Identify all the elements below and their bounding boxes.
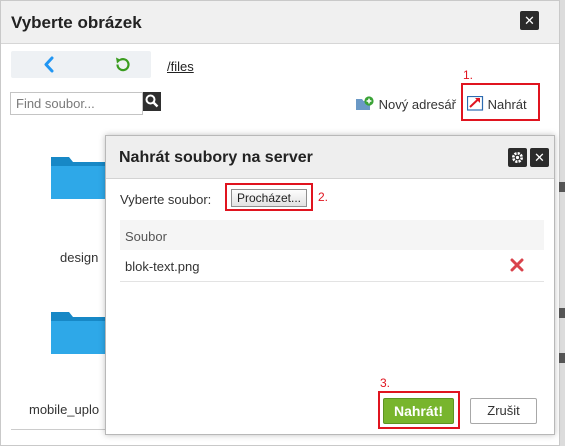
chevron-left-icon — [44, 56, 54, 73]
settings-button[interactable] — [508, 148, 527, 167]
search-icon — [145, 94, 159, 108]
nav-bar — [11, 51, 151, 78]
upload-label: Nahrát — [487, 97, 527, 112]
file-name: blok-text.png — [125, 259, 200, 274]
browse-button[interactable]: Procházet... — [231, 189, 307, 207]
file-table: Soubor blok-text.png — [120, 220, 544, 282]
new-folder-label: Nový adresář — [378, 97, 456, 112]
file-browser-title: Vyberte obrázek — [11, 13, 142, 32]
gear-icon — [512, 152, 523, 163]
folder-add-icon — [356, 96, 374, 110]
remove-icon[interactable] — [510, 258, 524, 272]
upload-dialog-header: Nahrát soubory na server ✕ — [106, 136, 554, 179]
refresh-button[interactable] — [107, 54, 137, 75]
page-scrollbar[interactable] — [560, 0, 565, 446]
search-button[interactable] — [143, 92, 161, 111]
folder-label[interactable]: design — [60, 250, 98, 265]
search-input[interactable] — [10, 92, 143, 115]
submit-upload-button[interactable]: Nahrát! — [383, 398, 454, 424]
step-2-label: 2. — [318, 190, 329, 204]
close-icon[interactable]: ✕ — [530, 148, 549, 167]
path-breadcrumb[interactable]: /files — [167, 59, 194, 74]
upload-dialog-title: Nahrát soubory na server — [119, 149, 313, 166]
refresh-icon — [116, 57, 130, 72]
upload-button[interactable]: Nahrát — [466, 95, 527, 112]
file-table-header: Soubor — [120, 220, 544, 250]
back-button[interactable] — [35, 54, 65, 75]
folder-icon[interactable] — [49, 306, 109, 356]
close-icon[interactable]: ✕ — [520, 11, 539, 30]
cancel-button[interactable]: Zrušit — [470, 398, 537, 424]
new-folder-button[interactable]: Nový adresář — [356, 96, 456, 112]
file-browser-header: Vyberte obrázek ✕ — [1, 1, 559, 44]
step-1-label: 1. — [463, 68, 474, 82]
choose-file-label: Vyberte soubor: — [120, 192, 212, 207]
scrollbar-mark — [559, 308, 565, 318]
scrollbar-mark — [559, 353, 565, 363]
upload-icon — [466, 95, 484, 111]
upload-dialog: Nahrát soubory na server ✕ Vyberte soubo… — [105, 135, 555, 435]
scrollbar-mark — [559, 182, 565, 192]
folder-label[interactable]: mobile_uplo — [29, 402, 99, 417]
folder-icon[interactable] — [49, 151, 109, 201]
table-row: blok-text.png — [120, 250, 544, 282]
step-3-label: 3. — [380, 376, 391, 390]
